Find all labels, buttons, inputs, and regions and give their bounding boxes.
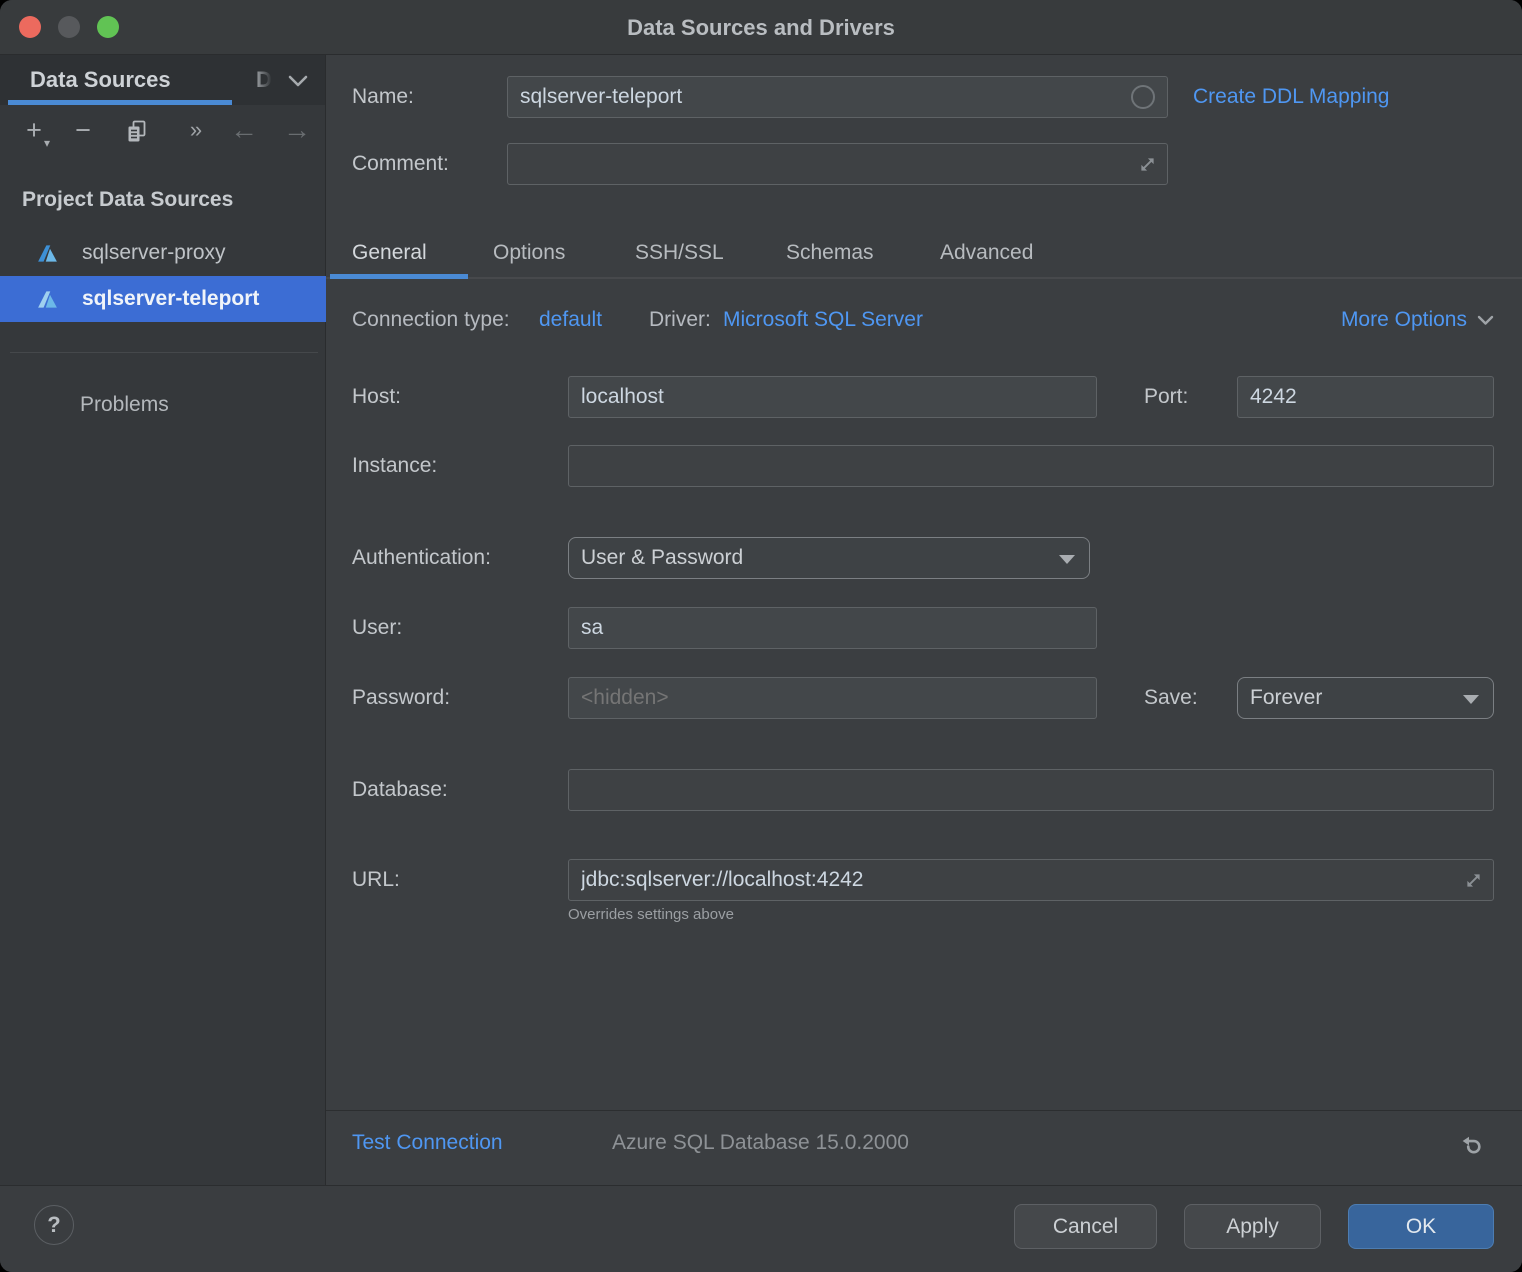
active-tab-underline [330, 274, 468, 279]
tab-advanced[interactable]: Advanced [940, 233, 1033, 273]
cancel-button[interactable]: Cancel [1014, 1204, 1157, 1249]
database-input[interactable] [568, 769, 1494, 811]
sidebar-item-sqlserver-proxy[interactable]: sqlserver-proxy [0, 230, 326, 276]
tab-data-sources[interactable]: Data Sources [30, 55, 171, 105]
port-input[interactable] [1237, 376, 1494, 418]
comment-fieldbox [507, 143, 1168, 185]
host-label: Host: [352, 376, 401, 418]
password-input[interactable] [568, 677, 1097, 719]
tab-drivers-clipped[interactable]: D [256, 55, 272, 105]
azure-icon [36, 288, 59, 316]
authentication-value: User & Password [581, 546, 743, 569]
save-select[interactable]: Forever [1237, 677, 1494, 719]
instance-label: Instance: [352, 445, 437, 487]
authentication-label: Authentication: [352, 537, 491, 579]
create-ddl-mapping-link[interactable]: Create DDL Mapping [1193, 76, 1390, 118]
save-label: Save: [1144, 677, 1198, 719]
footer-separator [326, 1110, 1522, 1111]
bottom-bar: ? Cancel Apply OK [0, 1185, 1522, 1272]
sidebar: Data Sources D +▾ − » ← → [0, 55, 326, 1185]
azure-icon [36, 242, 59, 270]
color-tag-icon[interactable] [1131, 85, 1155, 109]
apply-button[interactable]: Apply [1184, 1204, 1321, 1249]
tab-general[interactable]: General [352, 233, 427, 273]
show-more-actions-icon[interactable]: » [183, 115, 209, 149]
driver-value-link[interactable]: Microsoft SQL Server [723, 299, 923, 341]
sidebar-item-label: sqlserver-teleport [82, 276, 259, 322]
url-fieldbox [568, 859, 1494, 901]
remove-data-source-button[interactable]: − [70, 115, 96, 149]
connection-row: Connection type: default Driver: Microso… [326, 299, 1522, 341]
problems-label: Problems [80, 382, 169, 428]
test-connection-row: Test Connection Azure SQL Database 15.0.… [326, 1121, 1522, 1165]
connection-type-value-link[interactable]: default [539, 299, 602, 341]
url-input[interactable] [569, 860, 1493, 900]
host-input[interactable] [568, 376, 1097, 418]
url-label: URL: [352, 859, 400, 901]
expand-editor-icon[interactable] [1464, 871, 1483, 895]
add-data-source-button[interactable]: +▾ [21, 115, 47, 149]
dropdown-caret-icon [1463, 695, 1479, 704]
sidebar-item-label: sqlserver-proxy [82, 230, 226, 276]
expand-editor-icon[interactable] [1138, 155, 1157, 179]
tab-ssh-ssl[interactable]: SSH/SSL [635, 233, 724, 273]
back-arrow-icon[interactable]: ← [230, 115, 256, 149]
main-panel: Name: Create DDL Mapping Comment: Genera… [326, 55, 1522, 1185]
window-title: Data Sources and Drivers [0, 0, 1522, 55]
sidebar-divider [10, 352, 318, 353]
more-options-link[interactable]: More Options [1341, 299, 1494, 341]
settings-tabs: General Options SSH/SSL Schemas Advanced [326, 225, 1522, 282]
test-connection-link[interactable]: Test Connection [352, 1121, 503, 1165]
comment-label: Comment: [352, 143, 449, 185]
name-label: Name: [352, 76, 414, 118]
sidebar-toolbar: +▾ − » ← → [0, 105, 325, 165]
title-bar: Data Sources and Drivers [0, 0, 1522, 55]
revert-icon[interactable] [1459, 1131, 1484, 1175]
duplicate-icon[interactable] [124, 115, 150, 149]
data-sources-dialog: Data Sources and Drivers Data Sources D … [0, 0, 1522, 1272]
password-label: Password: [352, 677, 450, 719]
more-options-label: More Options [1341, 308, 1467, 331]
save-value: Forever [1250, 686, 1322, 709]
help-button[interactable]: ? [34, 1205, 74, 1245]
instance-input[interactable] [568, 445, 1494, 487]
tabs-separator [326, 277, 1522, 279]
project-data-sources-header: Project Data Sources [22, 186, 233, 214]
add-dropdown-caret-icon: ▾ [44, 138, 50, 148]
ok-button[interactable]: OK [1348, 1204, 1494, 1249]
chevron-down-icon [1477, 315, 1494, 326]
user-input[interactable] [568, 607, 1097, 649]
authentication-select[interactable]: User & Password [568, 537, 1090, 579]
driver-label: Driver: [649, 299, 711, 341]
name-input[interactable] [508, 77, 1167, 117]
user-label: User: [352, 607, 402, 649]
name-fieldbox [507, 76, 1168, 118]
tab-schemas[interactable]: Schemas [786, 233, 874, 273]
sidebar-item-problems[interactable]: Problems [0, 382, 326, 428]
database-label: Database: [352, 769, 448, 811]
chevron-down-icon[interactable] [288, 75, 308, 93]
dropdown-caret-icon [1059, 555, 1075, 564]
port-label: Port: [1144, 376, 1188, 418]
dialog-buttons: Cancel Apply OK [1014, 1204, 1494, 1249]
comment-input[interactable] [508, 144, 1167, 184]
sidebar-item-sqlserver-teleport[interactable]: sqlserver-teleport [0, 276, 326, 322]
connection-status-text: Azure SQL Database 15.0.2000 [612, 1121, 909, 1165]
connection-type-label: Connection type: [352, 299, 510, 341]
forward-arrow-icon[interactable]: → [283, 115, 309, 149]
sidebar-tab-strip: Data Sources D [0, 55, 325, 105]
url-caption: Overrides settings above [568, 906, 734, 923]
tab-options[interactable]: Options [493, 233, 565, 273]
